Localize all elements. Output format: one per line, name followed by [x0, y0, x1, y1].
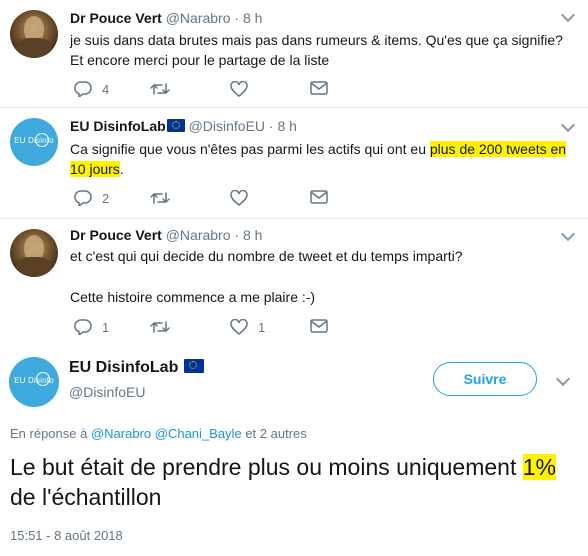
highlighted-text: 1%: [522, 454, 556, 480]
tweet-time[interactable]: 8 h: [277, 118, 296, 134]
avatar-logo-text: EU Disinfo: [14, 136, 54, 145]
avatar-eu-disinfolab[interactable]: EU Disinfo: [10, 118, 58, 166]
avatar-logo-circle: [35, 133, 49, 147]
avatar-logo-circle: [36, 372, 50, 386]
eu-flag-icon: [183, 359, 204, 373]
tweet-timestamp[interactable]: 15:51 - 8 août 2018: [10, 528, 123, 543]
chevron-down-icon[interactable]: [555, 371, 571, 387]
like-button[interactable]: [230, 190, 248, 206]
main-author-handle[interactable]: @DisinfoEU: [69, 384, 145, 400]
separator-dot: ·: [234, 227, 240, 243]
author-name[interactable]: Dr Pouce Vert: [70, 10, 162, 26]
message-button[interactable]: [310, 190, 328, 204]
tweet-time[interactable]: 8 h: [243, 10, 262, 26]
chevron-down-icon[interactable]: [560, 117, 576, 133]
tweet-text: je suis dans data brutes mais pas dans r…: [70, 32, 563, 68]
text-part: de l'échantillon: [10, 484, 162, 510]
retweet-button[interactable]: [150, 190, 170, 206]
reply-tweet-3[interactable]: Dr Pouce Vert @Narabro · 8 h et c'est qu…: [0, 219, 588, 349]
main-author-name[interactable]: EU DisinfoLab: [69, 359, 204, 377]
main-author-name-text[interactable]: EU DisinfoLab: [69, 359, 178, 376]
author-name[interactable]: Dr Pouce Vert: [70, 227, 162, 243]
tweet-time[interactable]: 8 h: [243, 227, 262, 243]
main-avatar-eu-disinfolab[interactable]: EU Disinfo: [9, 357, 59, 407]
reply-count: 4: [102, 81, 110, 97]
like-button[interactable]: [230, 81, 248, 97]
text-part: Ca signifie que vous n'êtes pas parmi le…: [70, 141, 430, 157]
text-part: Le but était de prendre plus ou moins un…: [10, 454, 523, 480]
author-handle[interactable]: @Narabro: [166, 10, 231, 26]
message-icon: [310, 81, 328, 95]
like-icon: [230, 190, 248, 206]
like-button[interactable]: 1: [230, 319, 265, 335]
in-reply-to: En réponse à @Narabro @Chani_Bayle et 2 …: [10, 426, 307, 441]
reply-button[interactable]: 2: [74, 190, 109, 206]
avatar-dr-pouce-vert[interactable]: [10, 229, 58, 277]
message-button[interactable]: [310, 81, 328, 95]
reply-suffix[interactable]: et 2 autres: [245, 426, 306, 441]
tweet-header: Dr Pouce Vert @Narabro · 8 h: [70, 227, 262, 243]
reply-tweet-1[interactable]: Dr Pouce Vert @Narabro · 8 h je suis dan…: [0, 0, 588, 106]
like-icon: [230, 319, 248, 335]
avatar-body: [16, 38, 52, 58]
retweet-icon: [150, 83, 170, 95]
reply-tweet-2[interactable]: EU Disinfo EU DisinfoLab @DisinfoEU · 8 …: [0, 108, 588, 218]
chevron-down-icon[interactable]: [560, 7, 576, 23]
reply-count: 2: [102, 190, 110, 206]
retweet-icon: [150, 192, 170, 204]
reply-count: 1: [102, 319, 110, 335]
avatar-body: [16, 257, 52, 277]
message-button[interactable]: [310, 319, 328, 333]
author-handle[interactable]: @Narabro: [166, 227, 231, 243]
reply-icon: [74, 190, 92, 206]
retweet-button[interactable]: [150, 319, 170, 335]
message-icon: [310, 190, 328, 204]
retweet-button[interactable]: [150, 81, 170, 97]
message-icon: [310, 319, 328, 333]
chevron-down-icon[interactable]: [560, 226, 576, 242]
like-icon: [230, 81, 248, 97]
tweet-text-line-2: Cette histoire commence a me plaire :-): [70, 289, 316, 305]
tweet-text-line-1: et c'est qui qui decide du nombre de twe…: [70, 248, 463, 264]
reply-button[interactable]: 1: [74, 319, 109, 335]
reply-icon: [74, 319, 92, 335]
reply-icon: [74, 81, 92, 97]
follow-button[interactable]: Suivre: [433, 362, 537, 396]
eu-flag-icon: [166, 119, 185, 132]
avatar-logo-text: EU Disinfo: [14, 376, 54, 385]
retweet-icon: [150, 321, 170, 333]
author-name[interactable]: EU DisinfoLab: [70, 118, 166, 134]
main-tweet-text: Le but était de prendre plus ou moins un…: [10, 452, 570, 512]
reply-user-link[interactable]: @Chani_Bayle: [155, 426, 242, 441]
reply-user-link[interactable]: @Narabro: [91, 426, 151, 441]
reply-button[interactable]: 4: [74, 81, 109, 97]
tweet-header: Dr Pouce Vert @Narabro · 8 h: [70, 10, 262, 26]
author-handle[interactable]: @DisinfoEU: [189, 118, 265, 134]
tweet-header: EU DisinfoLab @DisinfoEU · 8 h: [70, 118, 297, 134]
separator-dot: ·: [268, 118, 274, 134]
separator-dot: ·: [234, 10, 240, 26]
reply-prefix: En réponse à: [10, 426, 88, 441]
tweet-text: Ca signifie que vous n'êtes pas parmi le…: [70, 139, 580, 179]
avatar-dr-pouce-vert[interactable]: [10, 10, 58, 58]
text-part: .: [119, 161, 124, 177]
like-count: 1: [258, 319, 266, 335]
